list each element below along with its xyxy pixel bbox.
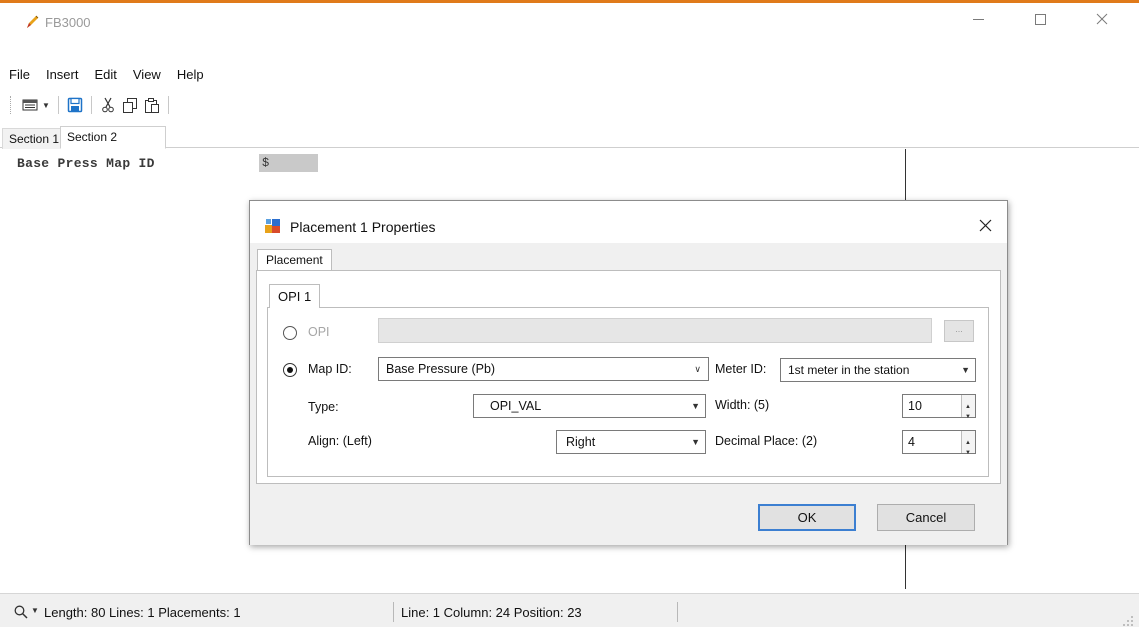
tab-opi-1[interactable]: OPI 1 [269,284,321,308]
opi-label: OPI [308,325,330,339]
placement-field[interactable]: $ [259,154,318,172]
opi-radio[interactable] [283,326,297,340]
width-stepper[interactable]: 10 [902,394,976,428]
placement-panel: OPI 1 OPI ... Map ID: Base Pressure (Pb)… [256,270,1001,484]
status-separator [677,602,678,622]
tab-section-1[interactable]: Section 1 [2,128,67,149]
window-title: FB3000 [45,15,91,30]
type-value: OPI_VAL [490,399,542,413]
chevron-down-icon: ▼ [961,365,970,375]
map-id-value: Base Pressure (Pb) [386,362,496,376]
map-id-radio[interactable] [283,363,297,377]
spin-arrows-icon[interactable] [961,431,975,464]
app-window: FB3000 File Insert Edit View Help ▼ Sect… [0,0,1139,627]
menu-file[interactable]: File [0,65,38,85]
close-button[interactable] [1079,3,1125,35]
cut-icon [102,97,114,113]
meter-id-value: 1st meter in the station [788,363,910,377]
decimal-place-stepper[interactable]: 4 [902,430,976,464]
title-bar: FB3000 [0,3,1139,41]
close-icon [1096,13,1108,25]
chevron-down-icon: ▼ [691,437,700,447]
meter-id-label: Meter ID: [715,362,767,376]
pencil-icon [27,15,39,28]
placement-properties-dialog: Placement 1 Properties Placement OPI 1 O… [249,200,1008,545]
status-position: Line: 1 Column: 24 Position: 23 [401,605,582,620]
report-button[interactable] [19,95,41,115]
close-icon [979,219,991,232]
toolbar-separator [167,96,169,114]
toolbar-separator [90,96,92,114]
menu-edit[interactable]: Edit [86,65,124,85]
search-icon[interactable] [14,605,28,619]
dialog-title: Placement 1 Properties [290,219,436,235]
decimal-place-value: 4 [908,435,915,449]
status-length: Length: 80 Lines: 1 Placements: 1 [44,605,241,620]
menu-insert[interactable]: Insert [38,65,87,85]
ok-button[interactable]: OK [758,504,856,531]
chevron-down-icon: ∨ [694,364,701,374]
cut-button[interactable] [97,95,119,115]
copy-icon [122,98,137,113]
align-value: Right [566,435,596,449]
report-icon [22,99,38,111]
dialog-title-bar: Placement 1 Properties [250,201,1007,243]
paste-button[interactable] [141,95,163,115]
map-id-dropdown[interactable]: Base Pressure (Pb) ∨ [378,357,709,381]
maximize-button[interactable] [1017,3,1063,35]
properties-icon [265,219,280,233]
minimize-icon [972,18,984,20]
toolbar-grip[interactable] [10,96,13,114]
align-label: Align: (Left) [308,434,372,448]
minimize-button[interactable] [955,3,1001,35]
section-tab-strip: Section 1 Section 2 [0,126,1139,149]
decimal-place-label: Decimal Place: (2) [715,434,818,448]
paste-icon [144,98,159,113]
copy-button[interactable] [119,95,141,115]
cancel-button[interactable]: Cancel [877,504,975,531]
type-dropdown[interactable]: OPI_VAL ▼ [473,394,706,418]
opi-panel: OPI ... Map ID: Base Pressure (Pb) ∨ Met… [267,307,989,477]
chevron-down-icon[interactable]: ▼ [31,606,39,615]
type-label: Type: [308,400,339,414]
map-id-label: Map ID: [308,362,352,376]
save-icon [67,97,83,113]
toolbar-separator [57,96,59,114]
menu-bar: File Insert Edit View Help [0,65,212,85]
opi-input [378,318,932,343]
width-value: 10 [908,399,922,413]
status-separator [393,602,394,622]
dialog-close-button[interactable] [970,213,1000,239]
menu-view[interactable]: View [125,65,169,85]
spin-arrows-icon[interactable] [961,395,975,428]
opi-browse-button: ... [944,320,974,342]
tab-placement[interactable]: Placement [257,249,332,271]
menu-help[interactable]: Help [169,65,212,85]
meter-id-dropdown[interactable]: 1st meter in the station ▼ [780,358,976,382]
toolbar: ▼ [10,94,174,116]
save-button[interactable] [64,95,86,115]
maximize-icon [1034,13,1046,25]
align-dropdown[interactable]: Right ▼ [556,430,706,454]
editor-text-line[interactable]: Base Press Map ID [17,156,155,171]
dialog-body: Placement OPI 1 OPI ... Map ID: Base Pre… [250,243,1007,545]
resize-grip-icon[interactable] [1122,615,1134,627]
tab-section-2[interactable]: Section 2 [60,126,166,149]
status-bar: ▼ Length: 80 Lines: 1 Placements: 1 Line… [0,593,1139,627]
chevron-down-icon: ▼ [691,401,700,411]
width-label: Width: (5) [715,398,770,412]
chevron-down-icon[interactable]: ▼ [42,101,50,110]
